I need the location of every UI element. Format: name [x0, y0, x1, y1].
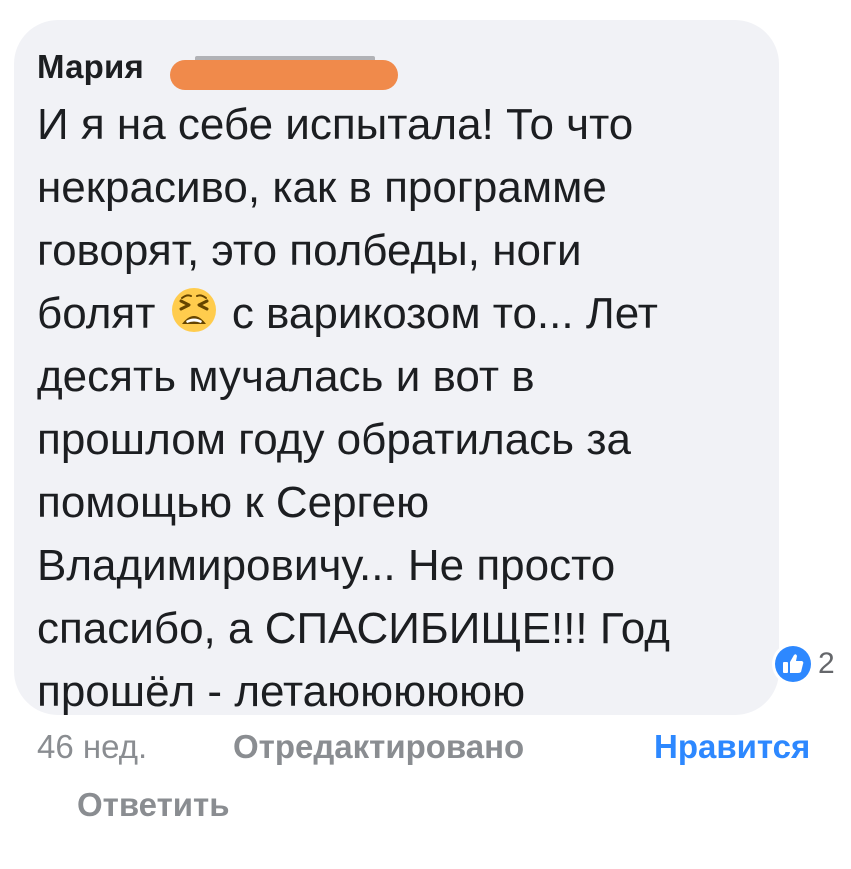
comment-text-line: говорят, это полбеды, ноги	[37, 226, 582, 275]
comment-text-line: спасибо, а СПАСИБИЩЕ!!! Год	[37, 604, 670, 653]
reaction-summary[interactable]: 2	[772, 642, 835, 686]
comment-author-name[interactable]: Мария	[37, 48, 144, 86]
comment-text-line-with-emoji: болят с варикозом то... Лет	[37, 282, 757, 345]
comment-timestamp[interactable]: 46 нед.	[37, 728, 147, 766]
reaction-count: 2	[818, 647, 835, 680]
like-button[interactable]: Нравится	[654, 728, 810, 766]
edited-label[interactable]: Отредактировано	[233, 728, 524, 766]
comment-text-segment: с варикозом то... Лет	[231, 289, 658, 338]
comment-text: И я на себе испытала! То что некрасиво, …	[37, 93, 757, 723]
comment-text-line: прошлом году обратилась за	[37, 415, 631, 464]
comment-text-line: десять мучалась и вот в	[37, 352, 535, 401]
thumbs-up-icon	[775, 646, 811, 682]
comment-actions: 46 нед. Отредактировано Нравится	[0, 728, 851, 776]
redaction-mark	[170, 60, 398, 90]
tired-face-emoji-icon	[171, 288, 216, 332]
comment-text-segment: болят	[37, 289, 156, 338]
reply-button[interactable]: Ответить	[77, 786, 230, 824]
comment-text-line: помощью к Сергею	[37, 478, 430, 527]
comment-text-line: некрасиво, как в программе	[37, 163, 607, 212]
comment-text-line: И я на себе испытала! То что	[37, 100, 634, 149]
comment-text-line: прошёл - летаюююююю	[37, 667, 526, 716]
comment-text-line: Владимировичу... Не просто	[37, 541, 616, 590]
reaction-badge	[772, 643, 814, 685]
